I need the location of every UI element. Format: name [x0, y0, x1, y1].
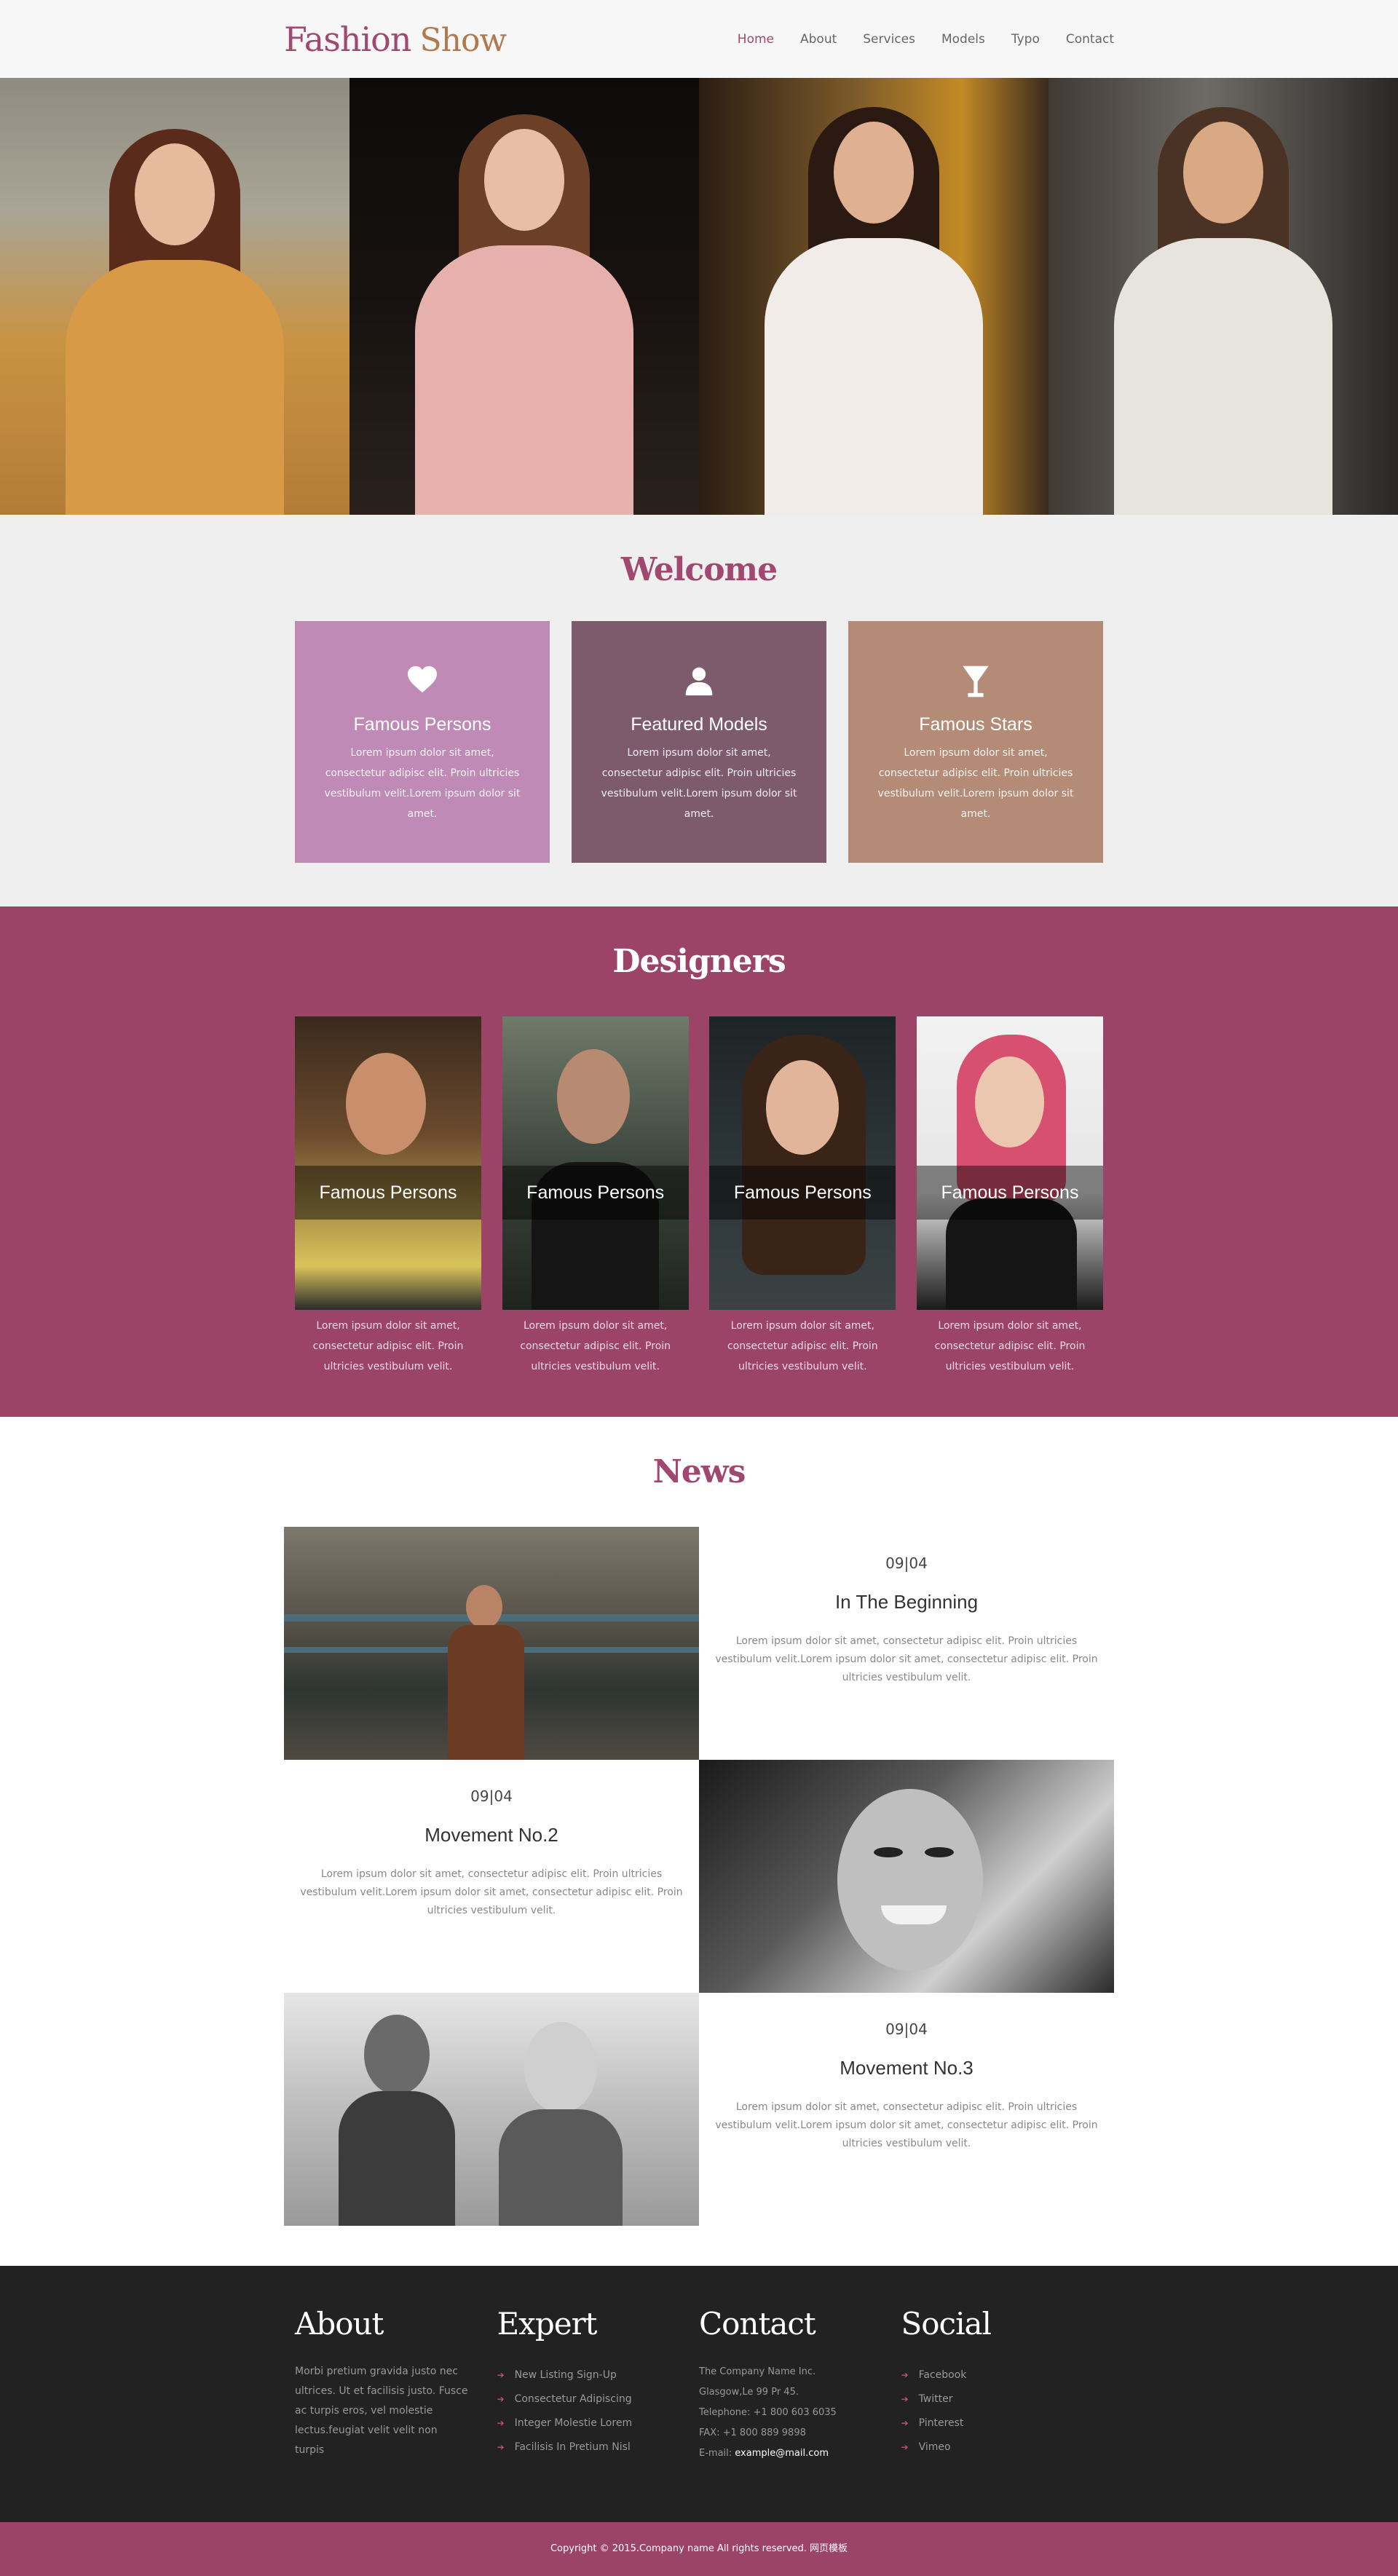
- feature-box-famous-persons[interactable]: Famous Persons Lorem ipsum dolor sit ame…: [295, 621, 550, 863]
- heart-icon: [295, 665, 550, 698]
- news-item[interactable]: 09|04 Movement No.2 Lorem ipsum dolor si…: [284, 1760, 1114, 1993]
- arrow-right-icon: ➔: [497, 2394, 505, 2404]
- designer-photo: Famous Persons: [709, 1016, 896, 1310]
- news-photo: [284, 1527, 699, 1760]
- news-date: 09|04: [470, 1787, 513, 1805]
- designer-text: Lorem ipsum dolor sit amet, consectetur …: [312, 1320, 464, 1372]
- hero-photo-1: [0, 78, 350, 515]
- footer-expert-link[interactable]: ➔ Facilisis In Pretium Nisl: [497, 2435, 700, 2460]
- feature-box-text: Lorem ipsum dolor sit amet, consectetur …: [877, 747, 1074, 820]
- welcome-section: Welcome Famous Persons Lorem ipsum dolor…: [0, 515, 1398, 906]
- news-section: News 09|04 In The Beginning Lorem ipsum …: [0, 1417, 1398, 2266]
- site-logo[interactable]: Fashion Show: [284, 20, 507, 59]
- designer-card[interactable]: Famous Persons Lorem ipsum dolor sit ame…: [916, 1016, 1103, 1377]
- designer-text: Lorem ipsum dolor sit amet, consectetur …: [727, 1320, 878, 1372]
- feature-box-featured-models[interactable]: Featured Models Lorem ipsum dolor sit am…: [572, 621, 826, 863]
- news-headline[interactable]: Movement No.3: [699, 2057, 1114, 2079]
- nav-typo[interactable]: Typo: [1011, 32, 1040, 47]
- nav-about[interactable]: About: [800, 32, 837, 47]
- social-link-twitter[interactable]: ➔ Twitter: [901, 2387, 1104, 2411]
- arrow-right-icon: ➔: [497, 2418, 505, 2428]
- contact-email-link[interactable]: example@mail.com: [735, 2448, 829, 2459]
- footer-expert-link[interactable]: ➔ New Listing Sign-Up: [497, 2363, 700, 2387]
- contact-address: Glasgow,Le 99 Pr 45.: [699, 2387, 799, 2398]
- contact-email-row: E-mail: example@mail.com: [699, 2448, 829, 2459]
- glass-icon: [848, 665, 1103, 698]
- hero-photo-4: [1048, 78, 1398, 515]
- news-photo: [284, 1993, 699, 2226]
- designer-caption: Famous Persons: [295, 1166, 481, 1220]
- contact-fax: FAX: +1 800 889 9898: [699, 2427, 806, 2438]
- footer-expert: Expert ➔ New Listing Sign-Up ➔ Consectetur…: [497, 2306, 700, 2464]
- arrow-right-icon: ➔: [901, 2370, 909, 2380]
- arrow-right-icon: ➔: [497, 2442, 505, 2452]
- copyright-bar: Copyright © 2015.Company name All rights…: [0, 2522, 1398, 2576]
- welcome-title: Welcome: [620, 551, 778, 588]
- site-footer: About Morbi pretium gravida justo nec ul…: [0, 2266, 1398, 2522]
- site-header: Fashion Show Home About Services Models T…: [0, 0, 1398, 78]
- designer-caption: Famous Persons: [709, 1166, 896, 1220]
- designer-card[interactable]: Famous Persons Lorem ipsum dolor sit ame…: [502, 1016, 689, 1377]
- designer-text: Lorem ipsum dolor sit amet, consectetur …: [934, 1320, 1086, 1372]
- footer-contact: Contact The Company Name Inc. Glasgow,Le…: [699, 2306, 901, 2464]
- designer-photo: Famous Persons: [295, 1016, 481, 1310]
- social-link-pinterest[interactable]: ➔ Pinterest: [901, 2411, 1104, 2435]
- footer-expert-link[interactable]: ➔ Consectetur Adipiscing: [497, 2387, 700, 2411]
- feature-box-famous-stars[interactable]: Famous Stars Lorem ipsum dolor sit amet,…: [848, 621, 1103, 863]
- news-headline[interactable]: In The Beginning: [699, 1591, 1114, 1613]
- news-headline[interactable]: Movement No.2: [284, 1824, 699, 1846]
- news-item[interactable]: 09|04 Movement No.3 Lorem ipsum dolor si…: [284, 1993, 1114, 2226]
- designer-card[interactable]: Famous Persons Lorem ipsum dolor sit ame…: [295, 1016, 481, 1377]
- contact-telephone: Telephone: +1 800 603 6035: [699, 2407, 837, 2418]
- arrow-right-icon: ➔: [901, 2442, 909, 2452]
- contact-company: The Company Name Inc.: [699, 2366, 816, 2377]
- nav-contact[interactable]: Contact: [1066, 32, 1114, 47]
- designer-card[interactable]: Famous Persons Lorem ipsum dolor sit ame…: [709, 1016, 896, 1377]
- news-excerpt: Lorem ipsum dolor sit amet, consectetur …: [715, 2101, 1098, 2149]
- designer-photo: Famous Persons: [502, 1016, 689, 1310]
- footer-about-text: Morbi pretium gravida justo nec ultrices…: [295, 2366, 468, 2456]
- social-link-facebook[interactable]: ➔ Facebook: [901, 2363, 1104, 2387]
- arrow-right-icon: ➔: [901, 2418, 909, 2428]
- social-link-vimeo[interactable]: ➔ Vimeo: [901, 2435, 1104, 2460]
- arrow-right-icon: ➔: [497, 2370, 505, 2380]
- hero-photo-3: [699, 78, 1048, 515]
- footer-social-title: Social: [901, 2306, 992, 2342]
- footer-expert-link[interactable]: ➔ Integer Molestie Lorem: [497, 2411, 700, 2435]
- feature-box-text: Lorem ipsum dolor sit amet, consectetur …: [324, 747, 521, 820]
- arrow-right-icon: ➔: [901, 2394, 909, 2404]
- news-title: News: [652, 1453, 746, 1490]
- news-date: 09|04: [885, 1554, 928, 1572]
- designers-title: Designers: [612, 943, 786, 980]
- feature-box-title: Featured Models: [631, 714, 767, 735]
- footer-about-title: About: [295, 2306, 384, 2342]
- feature-box-text: Lorem ipsum dolor sit amet, consectetur …: [601, 747, 797, 820]
- designer-photo: Famous Persons: [916, 1016, 1103, 1310]
- nav-models[interactable]: Models: [941, 32, 985, 47]
- news-text-block: 09|04 In The Beginning Lorem ipsum dolor…: [699, 1527, 1114, 1760]
- footer-about: About Morbi pretium gravida justo nec ul…: [295, 2306, 497, 2464]
- news-date: 09|04: [885, 2020, 928, 2038]
- designer-text: Lorem ipsum dolor sit amet, consectetur …: [520, 1320, 671, 1372]
- hero-photo-2: [350, 78, 699, 515]
- user-icon: [572, 665, 826, 698]
- feature-box-title: Famous Persons: [353, 714, 491, 735]
- nav-services[interactable]: Services: [863, 32, 915, 47]
- news-excerpt: Lorem ipsum dolor sit amet, consectetur …: [300, 1868, 683, 1916]
- footer-expert-title: Expert: [497, 2306, 598, 2342]
- hero-banner: [0, 78, 1398, 515]
- designers-section: Designers Famous Persons Lorem ipsum dol…: [0, 906, 1398, 1417]
- news-text-block: 09|04 Movement No.3 Lorem ipsum dolor si…: [699, 1993, 1114, 2226]
- footer-social: Social ➔ Facebook ➔ Twitter ➔ Pinterest ➔ Vi…: [901, 2306, 1104, 2464]
- news-excerpt: Lorem ipsum dolor sit amet, consectetur …: [715, 1635, 1098, 1683]
- news-photo: [699, 1760, 1114, 1993]
- news-item[interactable]: 09|04 In The Beginning Lorem ipsum dolor…: [284, 1527, 1114, 1760]
- footer-contact-title: Contact: [699, 2306, 816, 2342]
- main-nav: Home About Services Models Typo Contact: [711, 32, 1114, 47]
- news-text-block: 09|04 Movement No.2 Lorem ipsum dolor si…: [284, 1760, 699, 1993]
- designer-caption: Famous Persons: [916, 1166, 1103, 1220]
- feature-box-title: Famous Stars: [919, 714, 1032, 735]
- designer-caption: Famous Persons: [502, 1166, 689, 1220]
- nav-home[interactable]: Home: [738, 32, 774, 47]
